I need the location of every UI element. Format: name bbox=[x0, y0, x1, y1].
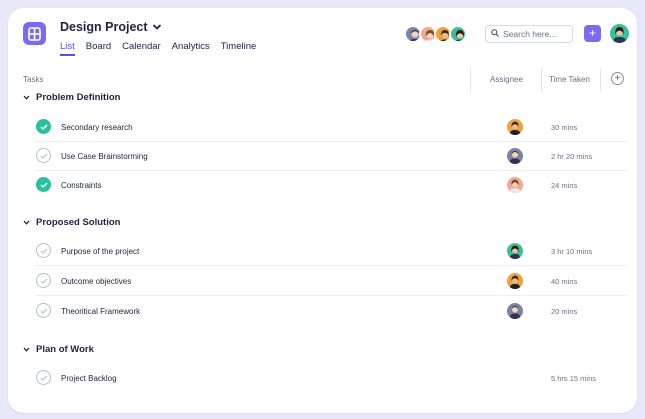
column-header: Tasks Assignee Time Taken + bbox=[8, 64, 637, 94]
tab-board[interactable]: Board bbox=[86, 41, 111, 52]
tab-analytics[interactable]: Analytics bbox=[172, 41, 210, 52]
chevron-down-icon bbox=[23, 344, 30, 355]
checkmark-todo-icon[interactable] bbox=[36, 303, 51, 318]
task-name: Secondary research bbox=[61, 123, 133, 132]
avatar bbox=[507, 273, 523, 289]
page-title: Design Project bbox=[60, 20, 148, 34]
chevron-down-icon bbox=[152, 20, 162, 34]
add-button[interactable]: + bbox=[584, 25, 601, 42]
checkmark-todo-icon[interactable] bbox=[36, 273, 51, 288]
time-taken: 40 mins bbox=[551, 277, 578, 286]
table-row[interactable]: Theoritical Framework 20 mins bbox=[35, 297, 627, 326]
column-time-taken: Time Taken bbox=[549, 75, 590, 84]
checkmark-todo-icon[interactable] bbox=[36, 243, 51, 258]
column-divider bbox=[541, 68, 542, 92]
column-tasks: Tasks bbox=[23, 75, 44, 84]
checkmark-todo-icon[interactable] bbox=[36, 148, 51, 163]
table-row[interactable]: Purpose of the project 3 hr 10 mins bbox=[35, 237, 627, 266]
time-taken: 3 hr 10 mins bbox=[551, 247, 593, 256]
app-logo-icon[interactable] bbox=[23, 22, 46, 45]
tab-calendar[interactable]: Calendar bbox=[122, 41, 161, 52]
section-header[interactable]: Problem Definition bbox=[23, 92, 120, 103]
task-name: Project Backlog bbox=[61, 374, 117, 383]
avatar bbox=[507, 177, 523, 193]
table-row[interactable]: Secondary research 30 mins bbox=[35, 113, 627, 142]
task-name: Theoritical Framework bbox=[61, 307, 141, 316]
table-row[interactable]: Use Case Brainstorming 2 hr 20 mins bbox=[35, 142, 627, 171]
task-name: Outcome objectives bbox=[61, 277, 132, 286]
task-name: Use Case Brainstorming bbox=[61, 152, 148, 161]
column-divider bbox=[470, 68, 471, 92]
search-box[interactable] bbox=[485, 25, 573, 43]
chevron-down-icon bbox=[23, 217, 30, 228]
column-assignee: Assignee bbox=[490, 75, 523, 84]
tab-timeline[interactable]: Timeline bbox=[221, 41, 257, 52]
avatar bbox=[507, 119, 523, 135]
chevron-down-icon bbox=[23, 92, 30, 103]
time-taken: 30 mins bbox=[551, 123, 578, 132]
table-row[interactable]: Project Backlog 5 hrs 15 mins bbox=[35, 364, 627, 393]
table-row[interactable]: Outcome objectives 40 mins bbox=[35, 267, 627, 296]
section-title: Proposed Solution bbox=[36, 217, 121, 228]
avatar bbox=[507, 148, 523, 164]
project-title-dropdown[interactable]: Design Project bbox=[60, 20, 162, 34]
section-header[interactable]: Plan of Work bbox=[23, 344, 94, 355]
add-column-button[interactable]: + bbox=[611, 72, 624, 85]
team-avatars[interactable] bbox=[404, 25, 467, 43]
task-name: Purpose of the project bbox=[61, 247, 140, 256]
section-title: Problem Definition bbox=[36, 92, 121, 103]
table-row[interactable]: Constraints 24 mins bbox=[35, 171, 627, 200]
time-taken: 2 hr 20 mins bbox=[551, 152, 593, 161]
section-header[interactable]: Proposed Solution bbox=[23, 217, 120, 228]
checkmark-done-icon[interactable] bbox=[36, 119, 51, 134]
time-taken: 5 hrs 15 mins bbox=[551, 374, 597, 383]
tab-list[interactable]: List bbox=[60, 41, 75, 56]
avatar bbox=[507, 303, 523, 319]
checkmark-done-icon[interactable] bbox=[36, 177, 51, 192]
avatar[interactable] bbox=[610, 24, 629, 43]
search-icon bbox=[491, 29, 499, 39]
task-name: Constraints bbox=[61, 181, 102, 190]
view-tabs: List Board Calendar Analytics Timeline bbox=[60, 41, 257, 56]
column-divider bbox=[600, 68, 601, 92]
time-taken: 20 mins bbox=[551, 307, 578, 316]
avatar bbox=[449, 25, 467, 43]
time-taken: 24 mins bbox=[551, 181, 578, 190]
checkmark-todo-icon[interactable] bbox=[36, 370, 51, 385]
search-input[interactable] bbox=[503, 29, 571, 39]
avatar bbox=[507, 243, 523, 259]
section-title: Plan of Work bbox=[36, 344, 94, 355]
project-card: Design Project List Board Calendar Analy… bbox=[8, 8, 637, 413]
